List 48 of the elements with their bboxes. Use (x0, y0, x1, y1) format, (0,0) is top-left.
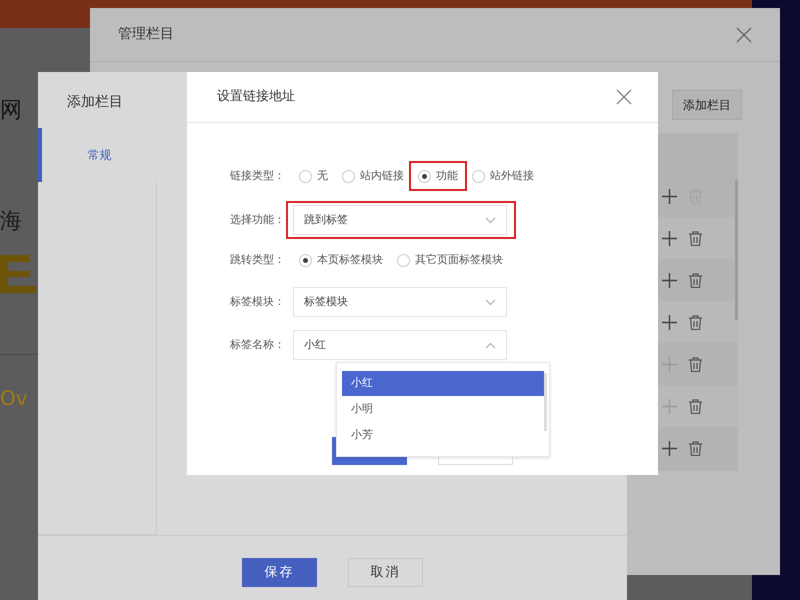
dialog-title: 管理栏目 (118, 25, 174, 44)
dialog-title: 添加栏目 (66, 93, 124, 112)
option-label: 站外链接 (490, 168, 534, 184)
close-icon[interactable] (736, 26, 752, 42)
radio-button[interactable] (397, 254, 410, 266)
field-label: 标签模块： (230, 294, 286, 310)
select-field[interactable]: 标签模块 (293, 287, 507, 317)
trash-icon[interactable] (689, 272, 702, 288)
plus-icon[interactable] (662, 230, 677, 246)
option-label: 其它页面标签模块 (415, 252, 503, 268)
trash-icon[interactable] (689, 230, 702, 246)
option-label: 本页标签模块 (317, 252, 383, 268)
close-icon[interactable] (616, 89, 632, 105)
option-label: 站内链接 (360, 168, 404, 184)
chevron-down-icon (485, 298, 496, 306)
radio-button[interactable] (418, 170, 431, 182)
save-button[interactable]: 保存 (242, 558, 317, 587)
page-text: 网 (0, 97, 22, 125)
dialog-title: 设置链接地址 (217, 88, 295, 106)
radio-button[interactable] (472, 170, 485, 182)
plus-icon[interactable] (662, 272, 677, 288)
add-column-button[interactable]: 添加栏目 (672, 90, 742, 120)
page-text: Ov (0, 385, 28, 412)
option-label: 功能 (436, 168, 458, 184)
trash-icon[interactable] (689, 356, 702, 372)
field-label: 选择功能： (230, 212, 286, 228)
cancel-button[interactable]: 取消 (348, 558, 423, 587)
trash-icon[interactable] (689, 398, 702, 414)
select-field[interactable]: 小红 (293, 330, 507, 360)
radio-button[interactable] (342, 170, 355, 182)
heading-fragment-drawing (0, 255, 38, 295)
select-field[interactable]: 跳到标签 (293, 205, 507, 235)
trash-icon[interactable] (689, 314, 702, 330)
option-label: 无 (317, 168, 328, 184)
radio-button[interactable] (299, 170, 312, 182)
chevron-down-icon (485, 216, 496, 224)
dropdown-option[interactable]: 小红 (342, 371, 544, 396)
radio-button[interactable] (299, 254, 312, 266)
field-label: 链接类型： (230, 168, 286, 184)
trash-icon[interactable] (689, 440, 702, 456)
field-label: 标签名称： (230, 336, 286, 353)
plus-icon[interactable] (662, 440, 677, 456)
plus-icon[interactable] (662, 188, 677, 204)
page-text: 海 (0, 208, 22, 236)
scrollbar (544, 373, 547, 431)
chevron-up-icon (485, 342, 496, 348)
field-label: 跳转类型： (230, 252, 286, 268)
plus-icon[interactable] (662, 314, 677, 330)
